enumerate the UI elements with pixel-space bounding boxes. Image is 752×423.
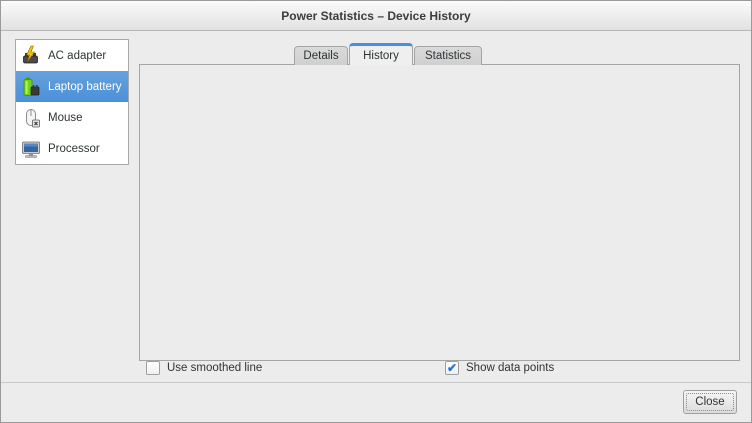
close-button-focus-ring: Close — [686, 393, 734, 411]
show-data-points-option[interactable]: ✔ Show data points — [445, 361, 554, 375]
sidebar-item-label: Laptop battery — [48, 81, 122, 93]
sidebar-item-mouse[interactable]: Mouse — [16, 102, 128, 133]
sidebar-item-processor[interactable]: Processor — [16, 133, 128, 164]
close-button-label: Close — [695, 396, 724, 408]
sidebar-item-label: AC adapter — [48, 50, 106, 62]
tab-label: Statistics — [425, 50, 471, 62]
tab-history[interactable]: History — [349, 43, 413, 65]
sidebar-item-label: Mouse — [48, 112, 83, 124]
tab-label: History — [363, 50, 399, 62]
close-button[interactable]: Close — [683, 390, 737, 414]
show-data-points-checkbox[interactable]: ✔ — [445, 361, 459, 375]
sidebar-item-laptop-battery[interactable]: Laptop battery — [16, 71, 128, 102]
ac-adapter-icon — [20, 45, 42, 67]
sidebar-item-label: Processor — [48, 143, 100, 155]
titlebar[interactable]: Power Statistics – Device History — [1, 1, 751, 31]
window-title: Power Statistics – Device History — [281, 9, 470, 23]
history-tab-panel — [139, 64, 740, 361]
processor-icon — [20, 138, 42, 160]
tab-label: Details — [303, 50, 338, 62]
mouse-icon — [20, 107, 42, 129]
smoothed-line-option[interactable]: Use smoothed line — [146, 361, 262, 375]
power-statistics-window: Power Statistics – Device History AC ada… — [0, 0, 752, 423]
show-data-points-label: Show data points — [466, 362, 554, 374]
device-list: AC adapter Laptop battery Mouse — [15, 39, 129, 165]
smoothed-line-label: Use smoothed line — [167, 362, 262, 374]
sidebar-item-ac-adapter[interactable]: AC adapter — [16, 40, 128, 71]
tab-statistics[interactable]: Statistics — [414, 46, 482, 65]
smoothed-line-checkbox[interactable] — [146, 361, 160, 375]
tab-details[interactable]: Details — [294, 46, 348, 65]
footer-separator — [1, 382, 752, 383]
battery-icon — [20, 76, 42, 98]
